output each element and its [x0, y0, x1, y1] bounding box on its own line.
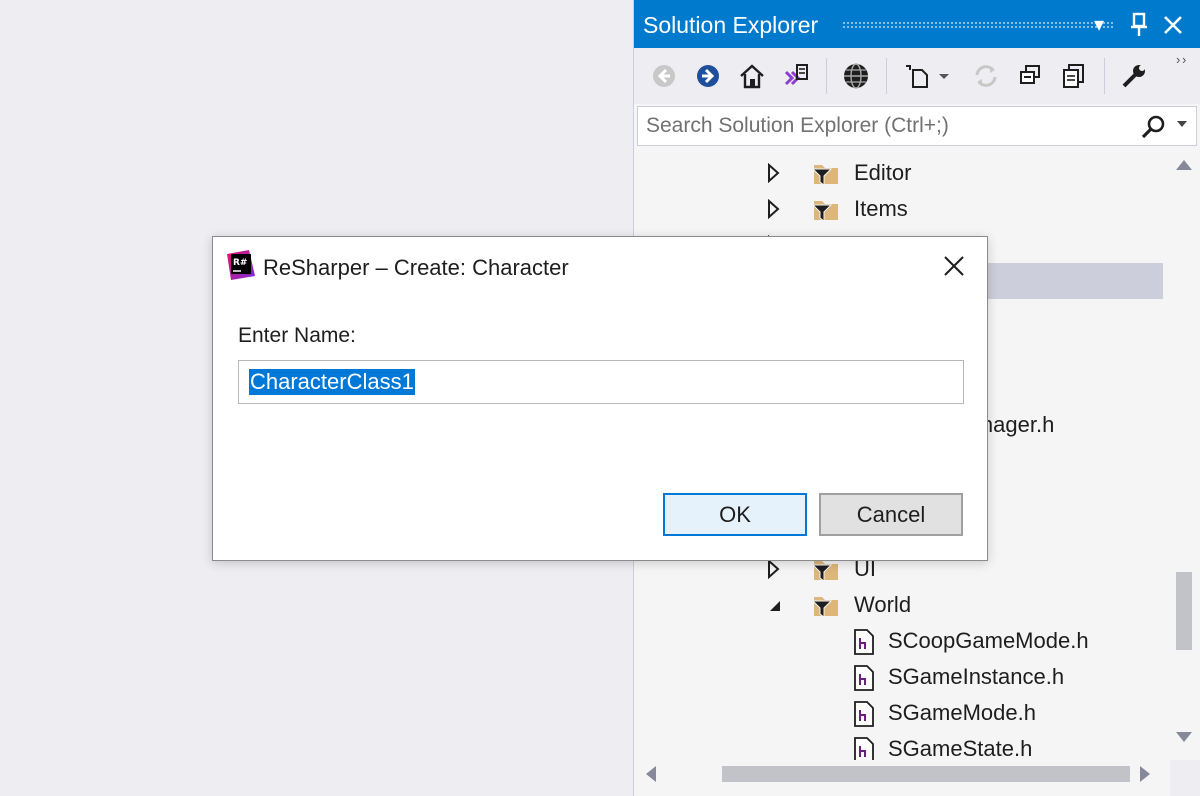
collapsed-arrow-icon[interactable] — [766, 163, 782, 183]
horizontal-scroll-thumb[interactable] — [722, 766, 1130, 782]
pin-icon[interactable] — [1128, 12, 1150, 38]
tree-item-label: SGameMode.h — [888, 700, 1036, 725]
home-icon[interactable] — [736, 60, 768, 92]
tree-folder-row[interactable]: Items — [634, 191, 1170, 227]
search-input[interactable] — [646, 113, 1126, 139]
collapse-all-icon[interactable] — [1014, 60, 1046, 92]
tree-file-row[interactable]: SGameInstance.h — [634, 659, 1170, 695]
close-icon[interactable] — [939, 251, 969, 281]
copy-icon[interactable] — [1058, 60, 1090, 92]
scroll-up-icon[interactable] — [1176, 160, 1192, 170]
ok-button[interactable]: OK — [663, 493, 807, 536]
forward-icon[interactable] — [692, 60, 724, 92]
logo-text: R# — [233, 258, 247, 268]
search-options-dropdown-icon[interactable] — [1175, 117, 1189, 131]
scroll-right-icon[interactable] — [1140, 766, 1150, 782]
expanded-arrow-icon[interactable] — [766, 595, 782, 615]
tree-folder-row[interactable]: Editor — [634, 155, 1170, 191]
tree-file-row[interactable]: SCoopGameMode.h — [634, 623, 1170, 659]
tree-item-label: Editor — [854, 160, 912, 185]
tree-file-row[interactable]: SGameState.h — [634, 731, 1170, 760]
search-icon[interactable] — [1140, 113, 1168, 141]
header-file-icon — [854, 629, 874, 655]
new-item-icon[interactable] — [902, 60, 934, 92]
refresh-icon[interactable] — [970, 60, 1002, 92]
scroll-left-icon[interactable] — [646, 766, 656, 782]
solution-explorer-title-bar: Solution Explorer ▾ — [634, 0, 1200, 48]
vertical-scroll-thumb[interactable] — [1176, 572, 1192, 650]
new-item-dropdown-icon[interactable] — [936, 60, 952, 92]
horizontal-scrollbar[interactable] — [634, 760, 1170, 790]
back-icon[interactable] — [648, 60, 680, 92]
filter-folder-icon — [812, 201, 838, 222]
visual-studio-icon[interactable] — [780, 60, 812, 92]
scroll-down-icon[interactable] — [1176, 732, 1192, 742]
tree-item-label: SCoopGameMode.h — [888, 628, 1089, 653]
tree-item-label: Items — [854, 196, 908, 221]
solution-explorer-search — [637, 106, 1197, 146]
cancel-button[interactable]: Cancel — [819, 493, 963, 536]
resharper-logo-icon: R# — [227, 250, 255, 280]
scrollbar-corner — [1170, 760, 1200, 796]
collapsed-arrow-icon[interactable] — [766, 559, 782, 579]
close-icon[interactable] — [1162, 14, 1184, 36]
vertical-scrollbar[interactable] — [1170, 150, 1200, 760]
tree-item-label: SGameState.h — [888, 736, 1033, 760]
dialog-title: ReSharper – Create: Character — [263, 255, 569, 280]
toolbar-overflow-icon[interactable]: › › — [1176, 52, 1186, 67]
globe-icon[interactable] — [840, 60, 872, 92]
filter-folder-icon — [812, 165, 838, 186]
name-input-selected-text[interactable]: CharacterClass1 — [249, 369, 415, 395]
tree-item-label: World — [854, 592, 912, 617]
resharper-create-dialog: R# ReSharper – Create: Character Enter N… — [212, 236, 988, 561]
header-file-icon — [854, 701, 874, 727]
window-position-dropdown[interactable]: ▾ — [1094, 12, 1104, 37]
wrench-icon[interactable] — [1118, 60, 1150, 92]
title-bar-grip[interactable] — [842, 21, 1114, 29]
collapsed-arrow-icon[interactable] — [766, 199, 782, 219]
header-file-icon — [854, 665, 874, 691]
name-input[interactable]: CharacterClass1 — [238, 360, 964, 404]
header-file-icon — [854, 737, 874, 760]
solution-explorer-toolbar: › › — [634, 48, 1200, 104]
enter-name-label: Enter Name: — [238, 324, 356, 347]
filter-folder-icon — [812, 597, 838, 618]
tree-file-row[interactable]: SGameMode.h — [634, 695, 1170, 731]
solution-explorer-title: Solution Explorer — [643, 12, 819, 38]
tree-item-label: SGameInstance.h — [888, 664, 1065, 689]
tree-folder-row[interactable]: World — [634, 587, 1170, 623]
